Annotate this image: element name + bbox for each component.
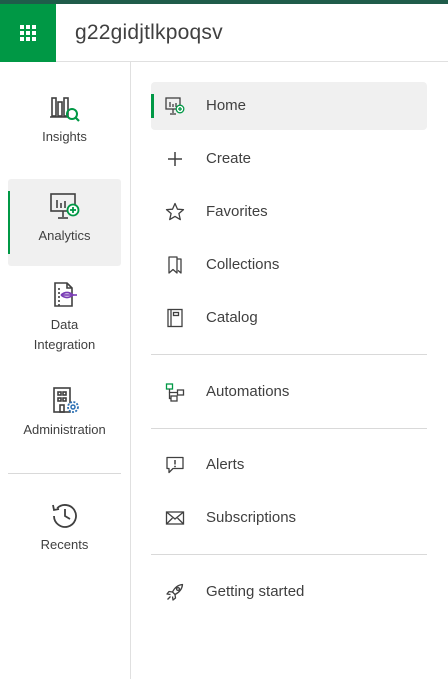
menu-item-catalog[interactable]: Catalog	[151, 294, 427, 342]
menu-item-label: Collections	[206, 256, 280, 273]
sidebar-item-recents[interactable]: Recents	[8, 500, 121, 558]
main-menu: Home Create Favorites Collections Catalo…	[132, 62, 448, 679]
menu-item-label: Subscriptions	[206, 509, 297, 526]
sidebar-item-analytics[interactable]: Analytics	[8, 179, 121, 266]
data-integration-icon	[53, 282, 77, 307]
sidebar: Insights Analytics Data Integration Admi…	[0, 62, 131, 679]
envelope-icon	[165, 511, 185, 525]
sidebar-item-administration[interactable]: Administration	[8, 385, 121, 443]
menu-divider	[151, 554, 427, 555]
alert-message-icon	[166, 456, 184, 474]
header: g22gidjtlkpoqsv	[0, 4, 448, 62]
menu-item-automations[interactable]: Automations	[151, 368, 427, 416]
menu-item-getting-started[interactable]: Getting started	[151, 568, 427, 616]
sidebar-item-label: Data Integration	[33, 317, 96, 352]
menu-item-collections[interactable]: Collections	[151, 241, 427, 289]
sidebar-item-label: Insights	[42, 129, 87, 144]
menu-item-label: Favorites	[206, 203, 268, 220]
sidebar-item-label: Administration	[23, 422, 106, 437]
menu-item-subscriptions[interactable]: Subscriptions	[151, 494, 427, 542]
menu-item-label: Catalog	[206, 309, 258, 326]
plus-icon	[168, 152, 182, 166]
bookmark-icon	[168, 256, 182, 274]
menu-item-alerts[interactable]: Alerts	[151, 441, 427, 489]
history-icon	[51, 504, 77, 528]
menu-item-home[interactable]: Home	[151, 82, 427, 130]
menu-item-create[interactable]: Create	[151, 135, 427, 183]
sidebar-item-label: Recents	[40, 537, 89, 552]
menu-divider	[151, 428, 427, 429]
menu-divider	[151, 354, 427, 355]
rocket-icon	[166, 583, 184, 601]
sidebar-item-label: Analytics	[38, 228, 91, 243]
home-analytics-icon	[165, 97, 185, 115]
analytics-icon	[49, 193, 79, 219]
administration-icon	[52, 387, 79, 413]
automations-icon	[165, 383, 185, 402]
insights-icon	[49, 97, 80, 122]
menu-item-label: Home	[206, 97, 247, 114]
sidebar-item-data-integration[interactable]: Data Integration	[8, 280, 121, 356]
app-launcher-button[interactable]	[0, 4, 56, 62]
menu-item-label: Getting started	[206, 583, 305, 600]
sidebar-item-insights[interactable]: Insights	[8, 92, 121, 160]
tenant-name: g22gidjtlkpoqsv	[75, 21, 223, 44]
star-icon	[165, 202, 185, 221]
menu-item-label: Alerts	[206, 456, 245, 473]
grid-icon	[20, 25, 36, 41]
sidebar-divider	[8, 473, 121, 474]
catalog-book-icon	[167, 308, 183, 328]
menu-item-label: Automations	[206, 383, 290, 400]
menu-item-label: Create	[206, 150, 252, 167]
menu-item-favorites[interactable]: Favorites	[151, 188, 427, 236]
